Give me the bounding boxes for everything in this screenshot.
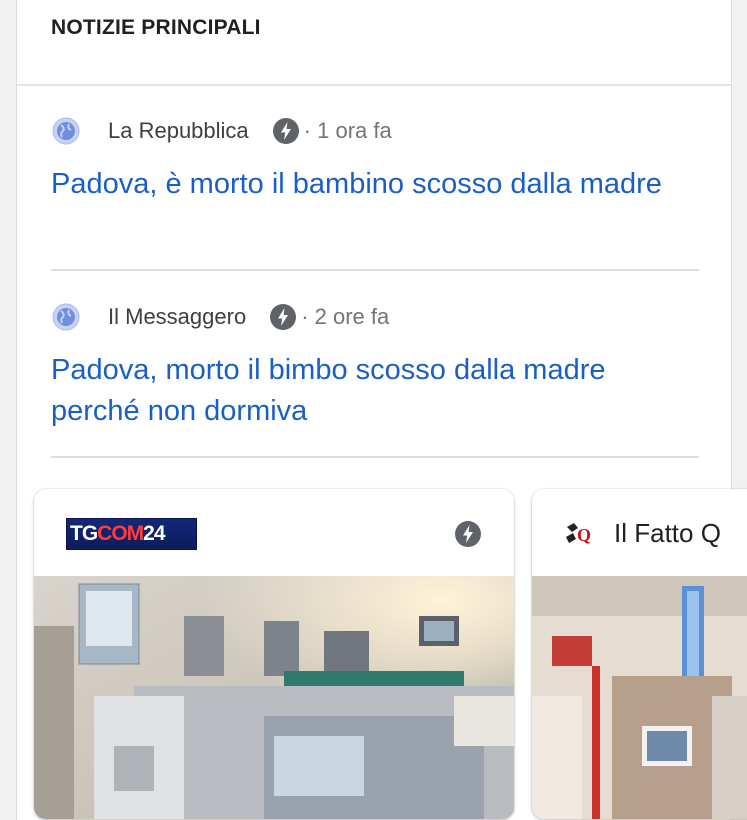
story-headline-link[interactable]: Padova, morto il bimbo scosso dalla madr… (51, 350, 699, 432)
globe-icon (52, 117, 80, 145)
story-meta: La Repubblica · 1 ora fa (51, 116, 699, 146)
amp-lightning-icon (270, 304, 297, 330)
source-name: Il Fatto Q (614, 518, 721, 548)
story-time: · 1 ora fa (303, 118, 392, 143)
story-divider (51, 269, 699, 271)
ifq-logo: Q (566, 523, 591, 545)
card-header: Q Il Fatto Q (532, 489, 747, 576)
story-item[interactable]: La Repubblica · 1 ora fa Padova, è morto… (51, 116, 699, 205)
story-headline-link[interactable]: Padova, è morto il bambino scosso dalla … (51, 164, 699, 205)
logo-part: 24 (143, 522, 165, 545)
svg-text:Q: Q (577, 525, 591, 545)
logo-part: COM (97, 522, 144, 545)
story-time: · 2 ore fa (301, 304, 390, 329)
logo-part: TG (70, 522, 98, 545)
carousel-story-card[interactable]: Q Il Fatto Q (532, 489, 747, 819)
carousel-story-card[interactable]: TG COM 24 (34, 489, 514, 819)
story-item[interactable]: Il Messaggero · 2 ore fa Padova, morto i… (51, 302, 699, 432)
source-name: La Repubblica (108, 118, 249, 143)
amp-lightning-icon (272, 118, 299, 144)
header-divider (17, 84, 731, 86)
hospital-incubator-photo (34, 576, 514, 819)
story-divider (51, 456, 699, 458)
amp-lightning-icon (455, 521, 481, 547)
globe-icon (52, 303, 80, 331)
section-title: NOTIZIE PRINCIPALI (51, 16, 261, 39)
story-meta: Il Messaggero · 2 ore fa (51, 302, 699, 332)
hospital-corridor-photo (532, 576, 747, 819)
card-header: TG COM 24 (34, 489, 514, 576)
tgcom24-logo: TG COM 24 (66, 518, 197, 550)
source-name: Il Messaggero (108, 304, 247, 329)
